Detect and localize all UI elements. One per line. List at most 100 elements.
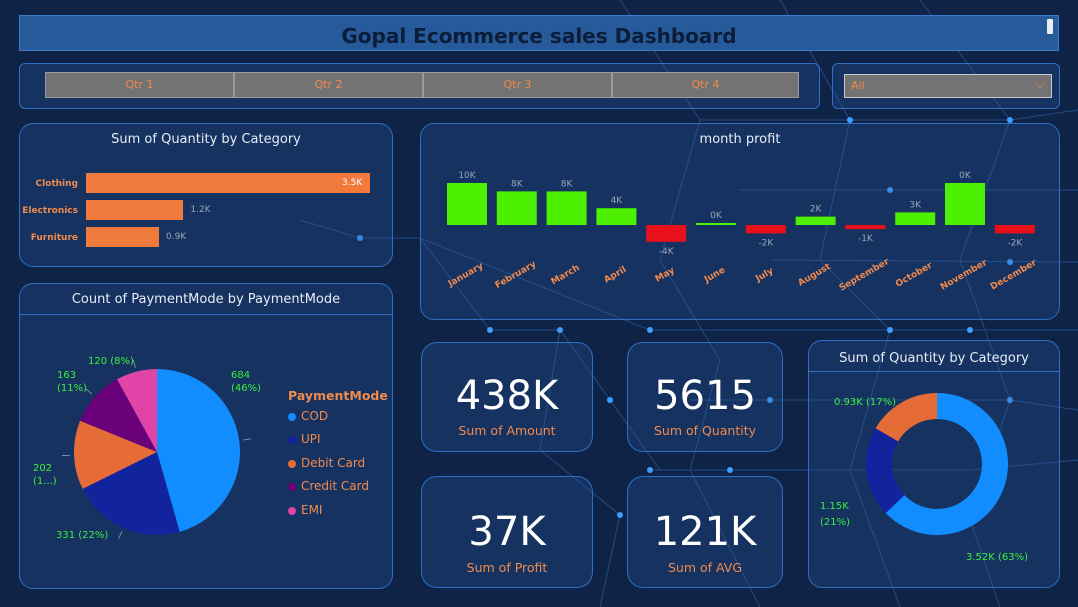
category-bar-panel: Sum of Quantity by Category bbox=[19, 123, 393, 267]
bar-label-clothing: Clothing bbox=[35, 179, 78, 189]
legend-label: Credit Card bbox=[301, 479, 369, 493]
legend-title: PaymentMode bbox=[288, 388, 388, 403]
dropdown-value: All bbox=[851, 79, 865, 92]
bar-electronics[interactable] bbox=[86, 200, 184, 220]
kpi-card-profit: 37K Sum of Profit bbox=[421, 476, 593, 588]
pie-data-label: 163 (11%) bbox=[57, 370, 87, 394]
bar-label-furniture: Furniture bbox=[30, 233, 78, 243]
profit-bar-april[interactable] bbox=[596, 208, 637, 225]
slicer-qtr-1[interactable]: Qtr 1 bbox=[45, 72, 234, 98]
category-bar-title: Sum of Quantity by Category bbox=[111, 132, 301, 147]
month-axis-label: September bbox=[838, 257, 892, 294]
slicer-qtr-3[interactable]: Qtr 3 bbox=[423, 72, 612, 98]
profit-value-label: 0K bbox=[710, 211, 723, 221]
profit-value-label: 3K bbox=[909, 200, 922, 210]
profit-value-label: -2K bbox=[758, 238, 774, 248]
profit-bar-august[interactable] bbox=[795, 216, 836, 225]
month-axis-label: October bbox=[894, 261, 935, 290]
kpi-value: 438K bbox=[455, 373, 559, 419]
month-profit-title: month profit bbox=[699, 132, 781, 147]
filter-dropdown[interactable]: All ⌵ bbox=[844, 74, 1052, 98]
title-divider bbox=[20, 314, 392, 315]
profit-value-label: -4K bbox=[659, 247, 675, 257]
legend-dot bbox=[288, 459, 296, 468]
legend-label: UPI bbox=[301, 432, 321, 446]
month-axis-label: April bbox=[602, 265, 628, 286]
profit-value-label: 2K bbox=[810, 205, 823, 215]
bar-clothing[interactable] bbox=[86, 173, 370, 193]
profit-bar-february[interactable] bbox=[496, 191, 537, 225]
legend-item-credit-card[interactable]: Credit Card bbox=[288, 479, 369, 493]
month-axis-label: March bbox=[550, 263, 582, 287]
payment-pie-title: Count of PaymentMode by PaymentMode bbox=[71, 292, 341, 307]
profit-value-label: 8K bbox=[511, 179, 524, 189]
profit-value-label: 10K bbox=[458, 171, 476, 181]
profit-bar-may[interactable] bbox=[646, 225, 687, 242]
legend-item-debit-card[interactable]: Debit Card bbox=[288, 456, 365, 470]
slicer-qtr-4[interactable]: Qtr 4 bbox=[612, 72, 799, 98]
profit-value-label: -1K bbox=[858, 234, 874, 244]
pie-data-label: 202 (1...) bbox=[33, 463, 57, 487]
slicer-qtr-2[interactable]: Qtr 2 bbox=[234, 72, 423, 98]
month-axis-label: February bbox=[494, 259, 539, 291]
legend-dot bbox=[288, 482, 296, 491]
profit-bar-july[interactable] bbox=[745, 225, 786, 234]
profit-bar-march[interactable] bbox=[546, 191, 587, 225]
page-title: Gopal Ecommerce sales Dashboard bbox=[341, 24, 737, 48]
month-axis-label: July bbox=[753, 266, 775, 285]
legend-item-upi[interactable]: UPI bbox=[288, 432, 321, 446]
kpi-label: Sum of Amount bbox=[458, 423, 556, 438]
month-axis-label: May bbox=[654, 266, 677, 285]
legend-dot bbox=[288, 435, 296, 444]
donut-data-label: 1.15K (21%) bbox=[820, 501, 850, 528]
legend-label: COD bbox=[301, 409, 329, 423]
legend-item-emi[interactable]: EMI bbox=[288, 503, 322, 517]
profit-bar-october[interactable] bbox=[895, 212, 936, 225]
month-axis-label: August bbox=[797, 262, 834, 289]
month-axis-label: November bbox=[939, 258, 990, 293]
legend-dot bbox=[288, 412, 296, 421]
kpi-value: 37K bbox=[468, 509, 546, 555]
profit-value-label: 4K bbox=[611, 196, 624, 206]
category-donut-chart: 3.52K (63%) 1.15K (21%) 0.93K (17%) bbox=[820, 393, 1028, 563]
legend-item-cod[interactable]: COD bbox=[288, 409, 328, 423]
bar-value-electronics: 1.2K bbox=[190, 205, 211, 215]
donut-slice-electronics[interactable] bbox=[866, 428, 905, 514]
bar-label-electronics: Electronics bbox=[22, 206, 78, 216]
donut-data-label: 0.93K (17%) bbox=[834, 397, 896, 408]
profit-bar-september[interactable] bbox=[845, 225, 886, 230]
pie-data-label: 331 (22%) bbox=[56, 530, 108, 541]
dashboard-title-bar: Gopal Ecommerce sales Dashboard bbox=[19, 15, 1059, 51]
payment-pie-chart: 684 (46%) 331 (22%) 202 (1...) 163 (11%)120 (8… bbox=[33, 356, 261, 541]
kpi-label: Sum of AVG bbox=[667, 560, 743, 575]
bar-furniture[interactable] bbox=[86, 227, 160, 247]
legend-label: EMI bbox=[301, 503, 323, 517]
pie-data-label: 120 (8%) bbox=[88, 356, 134, 367]
kpi-card-quantity: 5615 Sum of Quantity bbox=[627, 342, 783, 452]
donut-data-label: 3.52K (63%) bbox=[966, 552, 1028, 563]
title-divider bbox=[809, 371, 1059, 372]
kpi-value: 5615 bbox=[654, 373, 756, 419]
bar-value-clothing: 3.5K bbox=[342, 178, 363, 188]
profit-bar-january[interactable] bbox=[447, 183, 487, 225]
kpi-label: Sum of Profit bbox=[466, 560, 548, 575]
profit-value-label: -2K bbox=[1007, 238, 1023, 248]
kpi-label: Sum of Quantity bbox=[653, 423, 757, 438]
chevron-down-icon: ⌵ bbox=[1035, 77, 1045, 92]
leader-line bbox=[118, 531, 123, 540]
bar-value-furniture: 0.9K bbox=[166, 232, 187, 242]
legend-dot bbox=[288, 506, 296, 515]
scrollbar-handle[interactable] bbox=[1047, 19, 1053, 34]
category-donut-title: Sum of Quantity by Category bbox=[839, 351, 1029, 366]
profit-value-label: 0K bbox=[959, 171, 972, 181]
legend-label: Debit Card bbox=[301, 456, 366, 470]
kpi-card-avg: 121K Sum of AVG bbox=[627, 476, 783, 588]
month-axis-label: January bbox=[446, 261, 485, 290]
month-axis-label: December bbox=[989, 258, 1039, 293]
month-profit-chart: 10K January 8K February 8K March 4K April -4K May… bbox=[446, 171, 1039, 294]
month-axis-label: June bbox=[702, 265, 727, 285]
profit-bar-june[interactable] bbox=[696, 223, 736, 225]
profit-bar-december[interactable] bbox=[994, 225, 1035, 234]
profit-value-label: 8K bbox=[561, 179, 574, 189]
profit-bar-november[interactable] bbox=[945, 183, 985, 225]
